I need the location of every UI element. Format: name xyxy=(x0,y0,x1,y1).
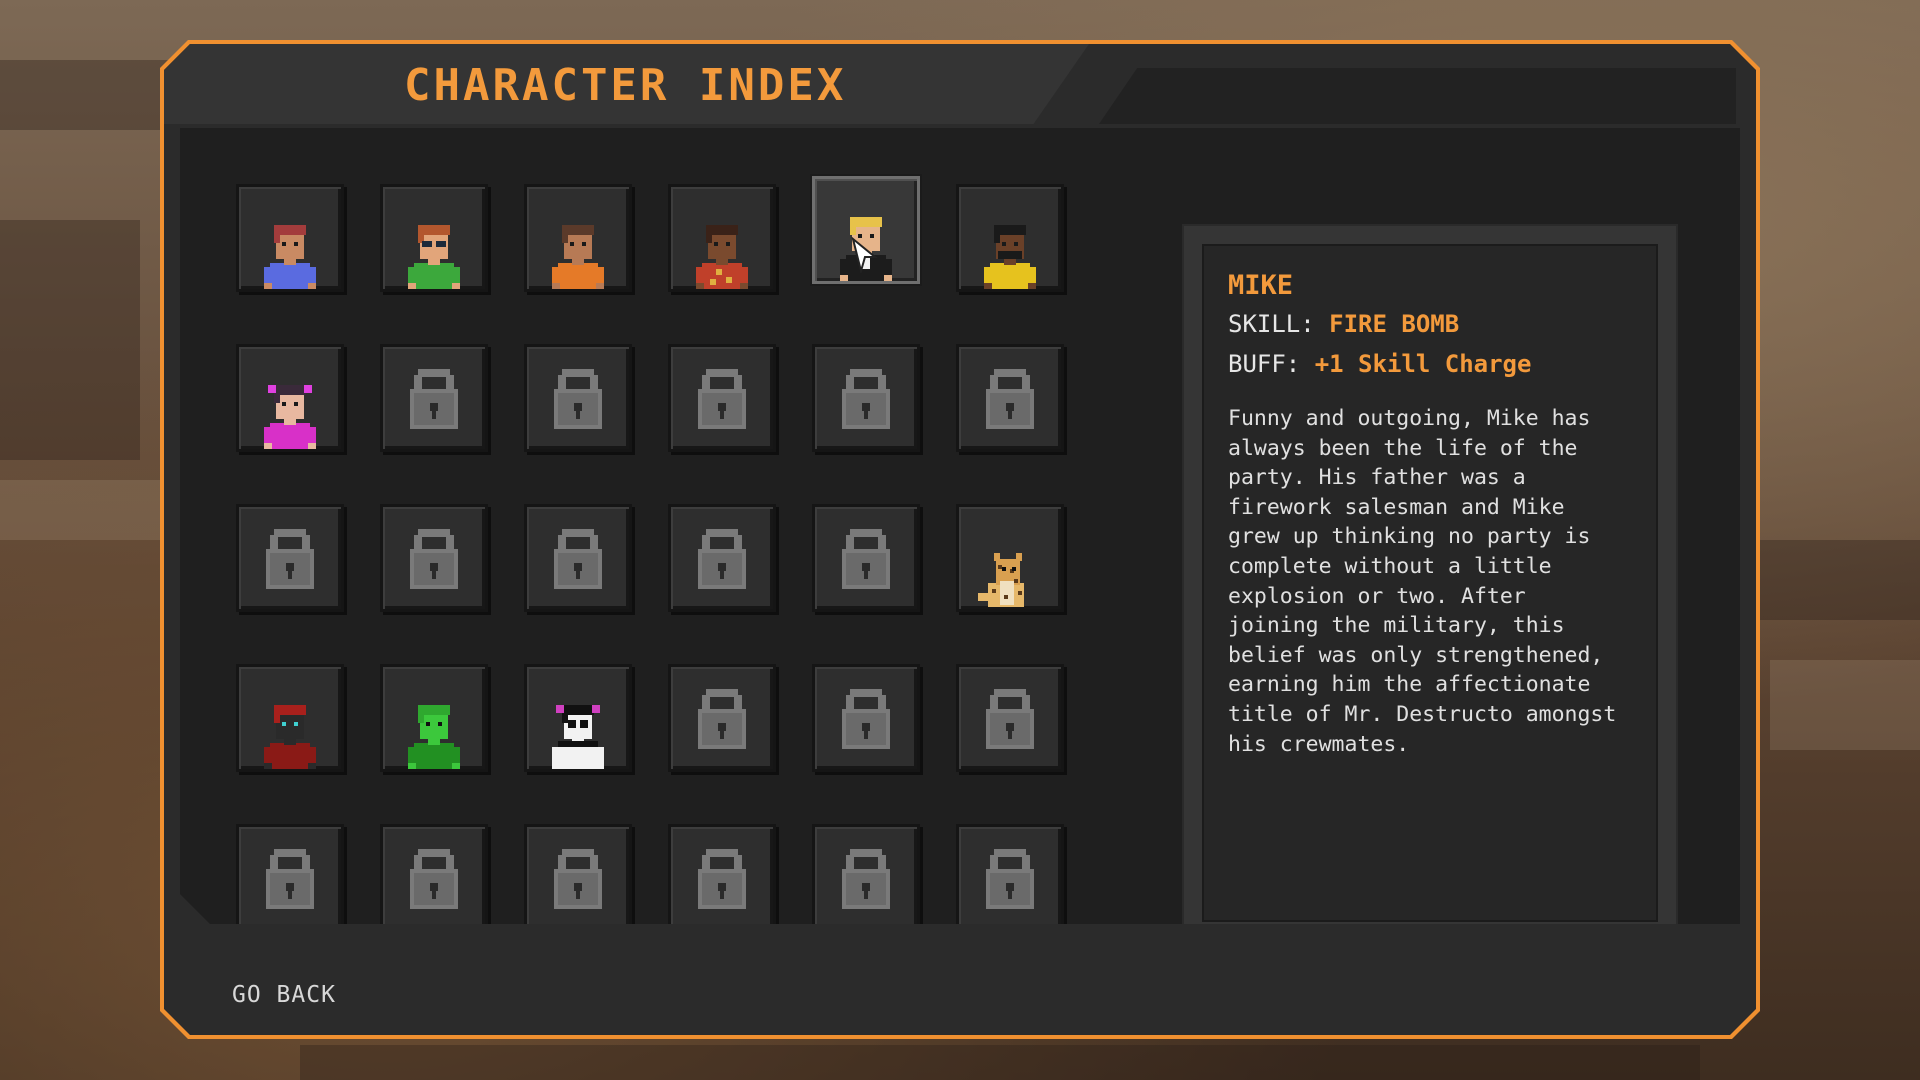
beard-yellow-shirt-character-icon xyxy=(974,211,1046,289)
pigtails-pink-shirt-character-icon xyxy=(254,371,326,449)
skill-label: SKILL: xyxy=(1228,310,1315,338)
padlock-icon xyxy=(974,679,1046,757)
character-slot[interactable] xyxy=(236,184,344,292)
locked-character-slot[interactable] xyxy=(524,344,632,452)
padlock-icon xyxy=(542,359,614,437)
padlock-icon xyxy=(542,839,614,917)
buff-line: BUFF: +1 Skill Charge xyxy=(1228,350,1531,378)
character-slot[interactable] xyxy=(380,184,488,292)
locked-character-slot[interactable] xyxy=(956,664,1064,772)
skill-line: SKILL: FIRE BOMB xyxy=(1228,310,1459,338)
character-slot[interactable] xyxy=(524,664,632,772)
character-index-window: CHARACTER INDEX MIKE SKILL: FIRE BOMB BU… xyxy=(160,40,1760,1039)
background-terrain xyxy=(0,60,170,130)
locked-character-slot[interactable] xyxy=(236,504,344,612)
window-body: CHARACTER INDEX MIKE SKILL: FIRE BOMB BU… xyxy=(164,44,1756,1035)
skill-value: FIRE BOMB xyxy=(1329,310,1460,338)
character-slot[interactable] xyxy=(524,184,632,292)
locked-character-slot[interactable] xyxy=(668,664,776,772)
locked-character-slot[interactable] xyxy=(668,504,776,612)
red-hood-character-icon xyxy=(254,691,326,769)
character-description: Funny and outgoing, Mike has always been… xyxy=(1228,406,1617,757)
locked-character-slot[interactable] xyxy=(668,824,776,932)
locked-character-slot[interactable] xyxy=(236,824,344,932)
padlock-icon xyxy=(254,839,326,917)
locked-character-slot[interactable] xyxy=(524,824,632,932)
padlock-icon xyxy=(974,839,1046,917)
main-panel: MIKE SKILL: FIRE BOMB BUFF: +1 Skill Cha… xyxy=(180,128,1740,924)
character-name: MIKE xyxy=(1228,270,1294,301)
padlock-icon xyxy=(830,359,902,437)
padlock-icon xyxy=(398,839,470,917)
character-detail-body: MIKE SKILL: FIRE BOMB BUFF: +1 Skill Cha… xyxy=(1202,244,1658,922)
goggles-green-shirt-character-icon xyxy=(398,211,470,289)
padlock-icon xyxy=(542,519,614,597)
padlock-icon xyxy=(398,359,470,437)
character-slot[interactable] xyxy=(236,344,344,452)
bald-plaid-shirt-character-icon xyxy=(686,211,758,289)
padlock-icon xyxy=(254,519,326,597)
padlock-icon xyxy=(974,359,1046,437)
character-detail-panel: MIKE SKILL: FIRE BOMB BUFF: +1 Skill Cha… xyxy=(1182,224,1678,942)
character-slot[interactable] xyxy=(236,664,344,772)
padlock-icon xyxy=(830,839,902,917)
character-slot[interactable] xyxy=(812,176,920,284)
locked-character-slot[interactable] xyxy=(956,824,1064,932)
buff-value: +1 Skill Charge xyxy=(1314,350,1532,378)
locked-character-slot[interactable] xyxy=(956,344,1064,452)
pointer-cursor-icon xyxy=(849,237,879,273)
panda-character-icon xyxy=(542,691,614,769)
padlock-icon xyxy=(398,519,470,597)
locked-character-slot[interactable] xyxy=(380,824,488,932)
character-slot[interactable] xyxy=(956,184,1064,292)
padlock-icon xyxy=(830,519,902,597)
locked-character-slot[interactable] xyxy=(812,344,920,452)
padlock-icon xyxy=(686,519,758,597)
character-slot[interactable] xyxy=(956,504,1064,612)
green-frog-character-icon xyxy=(398,691,470,769)
go-back-button[interactable]: GO BACK xyxy=(232,982,336,1008)
character-grid xyxy=(236,184,1064,932)
locked-character-slot[interactable] xyxy=(812,504,920,612)
locked-character-slot[interactable] xyxy=(380,504,488,612)
red-hair-blue-shirt-character-icon xyxy=(254,211,326,289)
padlock-icon xyxy=(686,679,758,757)
background-terrain xyxy=(0,220,140,460)
background-terrain xyxy=(1770,660,1920,750)
padlock-icon xyxy=(830,679,902,757)
background-terrain xyxy=(300,1045,1700,1080)
padlock-icon xyxy=(686,359,758,437)
character-slot[interactable] xyxy=(668,184,776,292)
locked-character-slot[interactable] xyxy=(812,824,920,932)
locked-character-slot[interactable] xyxy=(668,344,776,452)
locked-character-slot[interactable] xyxy=(812,664,920,772)
padlock-icon xyxy=(686,839,758,917)
page-title: CHARACTER INDEX xyxy=(404,60,847,111)
character-slot[interactable] xyxy=(380,664,488,772)
buff-label: BUFF: xyxy=(1228,350,1301,378)
background-terrain xyxy=(0,480,160,540)
background-terrain xyxy=(1760,540,1920,620)
locked-character-slot[interactable] xyxy=(524,504,632,612)
locked-character-slot[interactable] xyxy=(380,344,488,452)
title-bar-accent xyxy=(1099,68,1736,124)
cheetah-character-icon xyxy=(974,531,1046,609)
ponytail-orange-shirt-character-icon xyxy=(542,211,614,289)
